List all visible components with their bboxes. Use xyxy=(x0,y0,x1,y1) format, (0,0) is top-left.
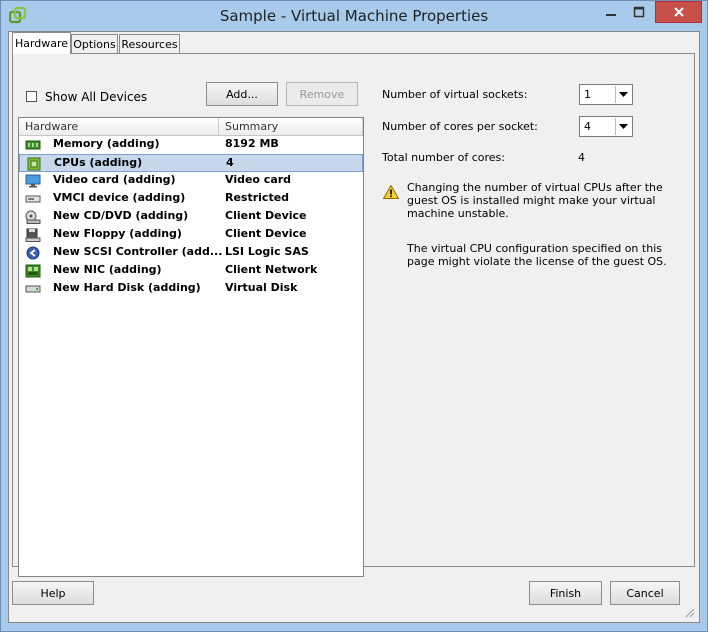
hardware-summary: 4 xyxy=(226,156,234,169)
hardware-name: New Floppy (adding) xyxy=(53,227,182,240)
maximize-button[interactable] xyxy=(625,1,653,23)
maximize-icon xyxy=(633,6,645,18)
monitor-icon xyxy=(25,174,41,188)
cores-per-socket-value: 4 xyxy=(584,120,591,133)
chevron-down-icon[interactable] xyxy=(615,86,631,103)
hardware-name: New Hard Disk (adding) xyxy=(53,281,201,294)
cpu-icon xyxy=(26,157,42,171)
resize-grip-icon[interactable] xyxy=(683,606,695,618)
hardware-summary: LSI Logic SAS xyxy=(225,245,309,258)
properties-window: Sample - Virtual Machine Properties Hard… xyxy=(0,0,708,632)
hardware-row-scsi-controller[interactable]: New SCSI Controller (add... LSI Logic SA… xyxy=(19,244,363,262)
vmci-device-icon xyxy=(25,192,41,206)
hardware-list-header: Hardware Summary xyxy=(19,118,363,136)
column-header-hardware[interactable]: Hardware xyxy=(19,118,219,135)
warning-icon xyxy=(382,184,400,199)
hardware-name: VMCI device (adding) xyxy=(53,191,186,204)
cancel-button[interactable]: Cancel xyxy=(610,581,680,605)
hardware-name: Video card (adding) xyxy=(53,173,176,186)
hardware-row-memory[interactable]: Memory (adding) 8192 MB xyxy=(19,136,363,154)
finish-button[interactable]: Finish xyxy=(529,581,602,605)
hardware-summary: Video card xyxy=(225,173,292,186)
hardware-summary: Virtual Disk xyxy=(225,281,298,294)
show-all-devices-label: Show All Devices xyxy=(45,90,148,104)
hardware-row-floppy[interactable]: New Floppy (adding) Client Device xyxy=(19,226,363,244)
dialog-client-area: Hardware Options Resources Show All Devi… xyxy=(8,31,700,623)
hardware-summary: Client Device xyxy=(225,209,307,222)
cd-dvd-drive-icon xyxy=(25,210,41,224)
license-warning-text: The virtual CPU configuration specified … xyxy=(407,242,667,268)
minimize-button[interactable] xyxy=(597,1,625,23)
hardware-summary: Client Network xyxy=(225,263,318,276)
sockets-select[interactable]: 1 xyxy=(579,84,633,105)
hardware-summary: 8192 MB xyxy=(225,137,279,150)
hardware-name: New NIC (adding) xyxy=(53,263,162,276)
close-button[interactable] xyxy=(655,1,702,23)
help-button[interactable]: Help xyxy=(12,581,94,605)
scsi-controller-icon xyxy=(25,246,41,260)
hardware-row-cd-dvd[interactable]: New CD/DVD (adding) Client Device xyxy=(19,208,363,226)
show-all-devices-checkbox[interactable] xyxy=(26,91,37,102)
hardware-row-video-card[interactable]: Video card (adding) Video card xyxy=(19,172,363,190)
hardware-row-vmci-device[interactable]: VMCI device (adding) Restricted xyxy=(19,190,363,208)
dialog-button-bar: Help Finish Cancel xyxy=(9,570,699,622)
tab-resources[interactable]: Resources xyxy=(119,34,180,53)
sockets-label: Number of virtual sockets: xyxy=(382,88,528,101)
hardware-list[interactable]: Hardware Summary Memory (adding) 8192 MB… xyxy=(18,117,364,577)
network-card-icon xyxy=(25,264,41,278)
hard-disk-icon xyxy=(25,282,41,296)
cores-per-socket-label: Number of cores per socket: xyxy=(382,120,538,133)
column-header-summary[interactable]: Summary xyxy=(219,118,363,135)
floppy-drive-icon xyxy=(25,228,41,242)
minimize-icon xyxy=(606,14,616,16)
hardware-summary: Client Device xyxy=(225,227,307,240)
add-device-button[interactable]: Add... xyxy=(206,82,278,106)
close-icon xyxy=(673,7,684,17)
hardware-name: Memory (adding) xyxy=(53,137,160,150)
tab-hardware[interactable]: Hardware xyxy=(12,32,71,54)
hardware-name: CPUs (adding) xyxy=(54,156,143,169)
hardware-name: New SCSI Controller (add... xyxy=(53,245,223,258)
hardware-name: New CD/DVD (adding) xyxy=(53,209,189,222)
total-cores-label: Total number of cores: xyxy=(382,151,505,164)
memory-icon xyxy=(25,138,41,152)
cores-per-socket-select[interactable]: 4 xyxy=(579,116,633,137)
hardware-row-nic[interactable]: New NIC (adding) Client Network xyxy=(19,262,363,280)
cpu-change-warning-text: Changing the number of virtual CPUs afte… xyxy=(407,181,663,220)
hardware-row-cpus[interactable]: CPUs (adding) 4 xyxy=(19,154,363,172)
remove-device-button[interactable]: Remove xyxy=(286,82,358,106)
chevron-down-icon[interactable] xyxy=(615,118,631,135)
hardware-summary: Restricted xyxy=(225,191,290,204)
title-bar[interactable]: Sample - Virtual Machine Properties xyxy=(1,1,707,31)
total-cores-value: 4 xyxy=(578,151,585,164)
hardware-tab-panel: Show All Devices Add... Remove Hardware … xyxy=(12,53,695,577)
hardware-row-hard-disk[interactable]: New Hard Disk (adding) Virtual Disk xyxy=(19,280,363,298)
tab-options[interactable]: Options xyxy=(71,34,118,53)
sockets-value: 1 xyxy=(584,88,591,101)
